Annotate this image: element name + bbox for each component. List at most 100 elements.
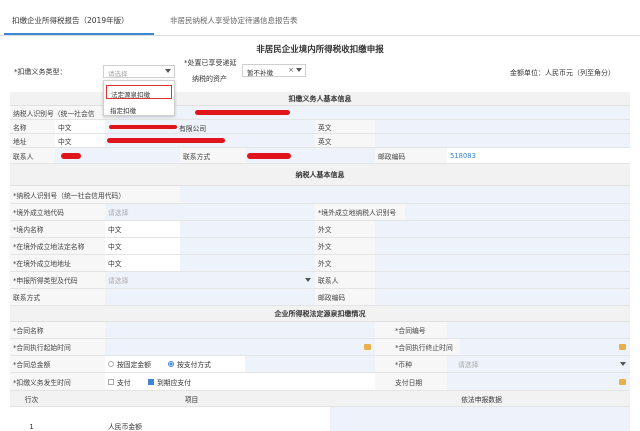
currency-select[interactable]: 请选择 xyxy=(447,356,630,372)
enjoy-deferred-value: 暂不补缴 xyxy=(247,69,273,77)
taxpayer-postcode-label: 邮政编码 xyxy=(315,289,375,305)
overseas-name-en-field[interactable] xyxy=(375,238,630,254)
taxpayer-contact-label: 联系人 xyxy=(315,272,375,288)
calendar-icon[interactable] xyxy=(619,344,626,350)
tab-treaty-benefits-report[interactable]: 非居民纳税人享受协定待遇信息报告表 xyxy=(170,15,298,26)
contract-dates-row: *合同执行起始时间 *合同执行终止时间 xyxy=(10,339,630,356)
withholder-address-en-label: 英文 xyxy=(315,134,375,147)
taxpayer-name-en-field[interactable] xyxy=(375,221,630,237)
contract-name-row: *合同名称 *合同编号 xyxy=(10,322,630,339)
overseas-name-field[interactable] xyxy=(180,238,315,254)
overseas-code-placeholder: 请选择 xyxy=(108,209,129,217)
currency-placeholder: 请选择 xyxy=(458,361,479,369)
options-row: *扣缴义务类型： 请选择 *处置已享受递延 纳税的资产 暂不补缴 × 金额单位：… xyxy=(0,55,640,91)
income-type-row: *申报所得类型及代码 请选择 联系人 xyxy=(10,272,630,289)
contract-name-field[interactable] xyxy=(105,322,375,338)
redaction-mark xyxy=(61,153,81,159)
taxpayer-contact-field[interactable] xyxy=(375,272,630,288)
chevron-down-icon xyxy=(296,68,302,72)
contract-total-label: *合同总金额 xyxy=(10,356,105,372)
redaction-mark xyxy=(195,110,290,115)
pay-date-field[interactable] xyxy=(447,373,630,390)
contract-number-field[interactable] xyxy=(447,322,630,338)
withholder-postcode-value[interactable]: 518083 xyxy=(447,148,630,163)
withholder-name-lang: 中文 xyxy=(58,123,72,132)
withholder-postcode-label: 邮政编码 xyxy=(375,148,447,163)
taxpayer-name-en-label: 外文 xyxy=(315,221,375,237)
withholding-type-placeholder: 请选择 xyxy=(108,70,128,78)
taxpayer-taxid-field[interactable] xyxy=(180,186,630,203)
overseas-code-label: *境外成立地代码 xyxy=(10,204,105,220)
withholder-address-label: 地址 xyxy=(10,134,55,147)
contract-number-label: *合同编号 xyxy=(375,322,447,338)
withholder-taxid-field[interactable] xyxy=(115,106,630,119)
withholder-phone-label: 联系方式 xyxy=(180,148,245,163)
contract-total-field[interactable] xyxy=(245,356,375,372)
enjoy-deferred-label-line2: 纳税的资产 xyxy=(192,75,227,83)
overseas-name-lang: 中文 xyxy=(108,243,122,251)
tab-withholding-report[interactable]: 扣缴企业所得税报告（2019年版） xyxy=(12,15,129,26)
checkbox-unchecked-icon xyxy=(108,378,114,385)
contract-end-field[interactable] xyxy=(460,339,630,355)
income-type-select[interactable]: 请选择 xyxy=(105,272,315,288)
checkbox-checked-icon xyxy=(148,378,154,385)
overseas-address-en-field[interactable] xyxy=(375,255,630,271)
withholding-type-select[interactable]: 请选择 xyxy=(103,65,175,78)
withholder-name-en-field[interactable] xyxy=(375,120,630,133)
withholder-address-en-field[interactable] xyxy=(375,134,630,147)
taxpayer-phone-row: 联系方式 邮政编码 xyxy=(10,289,630,306)
overseas-address-row: *在境外成立地地址 中文 外文 xyxy=(10,255,630,272)
overseas-name-row: *在境外成立地法定名称 中文 外文 xyxy=(10,238,630,255)
chevron-down-icon xyxy=(305,278,311,282)
overseas-address-field[interactable] xyxy=(180,255,315,271)
withholder-phone-field[interactable] xyxy=(245,148,375,163)
withholding-type-label: *扣缴义务类型： xyxy=(14,68,67,76)
radio-fixed-amount[interactable]: 按固定金额 xyxy=(105,356,165,372)
chevron-down-icon xyxy=(620,362,626,366)
overseas-name-en-label: 外文 xyxy=(315,238,375,254)
overseas-taxid-field[interactable] xyxy=(405,204,630,220)
withholder-address-lang: 中文 xyxy=(58,137,72,146)
overseas-taxid-label: *境外成立地纳税人识别号 xyxy=(315,204,405,220)
withholder-contact-label: 联系人 xyxy=(10,148,55,163)
radio-payment-method-label: 按支付方式 xyxy=(177,361,211,369)
calendar-icon[interactable] xyxy=(619,379,626,385)
withholder-address-row: 地址 中文 英文 xyxy=(10,134,630,148)
taxpayer-taxid-row: *纳税人识别号（统一社会信用代码） xyxy=(10,186,630,204)
clear-icon[interactable]: × xyxy=(288,66,294,74)
taxpayer-postcode-field[interactable] xyxy=(375,289,630,305)
taxpayer-name-lang: 中文 xyxy=(108,226,122,234)
page-title: 非居民企业境内所得税收扣缴申报 xyxy=(256,45,384,55)
obligation-label: *扣缴义务发生时间 xyxy=(10,373,105,390)
withholder-name-field[interactable]: 有限公司 xyxy=(105,120,315,133)
section-taxpayer-info: 纳税人基本信息 xyxy=(10,164,630,186)
overseas-code-select[interactable]: 请选择 xyxy=(105,204,315,220)
contract-end-label: *合同执行终止时间 xyxy=(375,339,460,355)
row-item: 人民币金额 xyxy=(108,423,142,431)
taxpayer-taxid-label: *纳税人识别号（统一社会信用代码） xyxy=(10,186,180,203)
withholder-name-en-label: 英文 xyxy=(315,120,375,133)
income-type-label: *申报所得类型及代码 xyxy=(10,272,105,288)
check-pay[interactable]: 支付 xyxy=(105,373,145,390)
taxpayer-phone-field[interactable] xyxy=(105,289,315,305)
taxpayer-name-field[interactable] xyxy=(180,221,315,237)
check-due-pay[interactable]: 到期应支付 xyxy=(145,373,225,390)
withholder-contact-field[interactable] xyxy=(55,148,180,163)
enjoy-deferred-select[interactable]: 暂不补缴 × xyxy=(242,64,306,77)
radio-payment-method[interactable]: 按支付方式 xyxy=(165,356,245,372)
currency-label: *币种 xyxy=(375,356,447,372)
taxpayer-phone-label: 联系方式 xyxy=(10,289,105,305)
pay-date-label: 支付日期 xyxy=(375,373,447,390)
withholder-contact-row: 联系人 联系方式 邮政编码 518083 xyxy=(10,148,630,164)
calendar-icon[interactable] xyxy=(364,344,371,350)
withholder-name-suffix: 有限公司 xyxy=(179,125,207,133)
withholder-address-field[interactable] xyxy=(105,134,315,147)
dropdown-option-designated[interactable]: 指定扣缴 xyxy=(106,102,172,116)
col-row-number: 行次 xyxy=(24,395,39,404)
row-value-field[interactable] xyxy=(330,407,630,431)
dropdown-option-statutory[interactable]: 法定源泉扣缴 xyxy=(106,85,172,99)
contract-start-field[interactable] xyxy=(105,339,375,355)
currency-unit-note: 金额单位：人民币元（列至角分） xyxy=(510,69,615,77)
chevron-down-icon xyxy=(165,69,171,73)
contract-total-row: *合同总金额 按固定金额 按支付方式 *币种 请选择 xyxy=(10,356,630,373)
